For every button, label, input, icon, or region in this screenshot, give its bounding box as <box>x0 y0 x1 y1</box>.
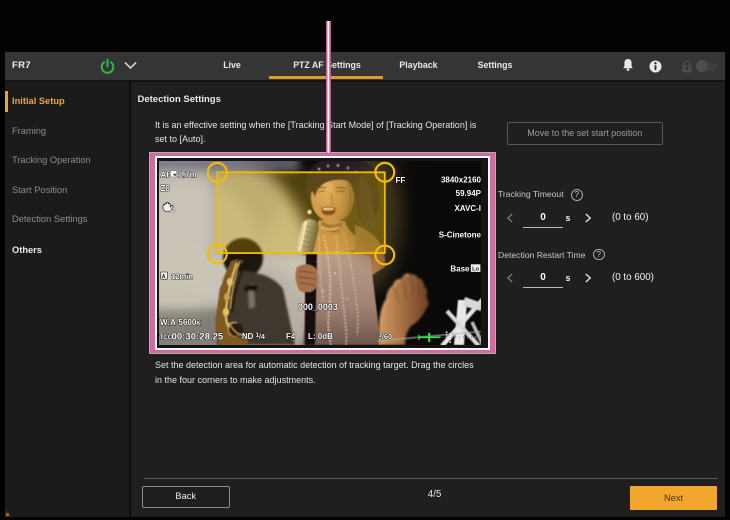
svg-text:AF: AF <box>161 170 172 179</box>
svg-text:L: 0dB: L: 0dB <box>308 332 333 341</box>
svg-text:000_0003: 000_0003 <box>298 301 338 311</box>
svg-text:XAVC-I: XAVC-I <box>455 203 482 212</box>
svg-text:Lo: Lo <box>473 266 480 272</box>
svg-text:A: A <box>162 273 166 279</box>
svg-text:ND 1/4: ND 1/4 <box>242 332 265 341</box>
svg-text:F4: F4 <box>286 332 296 341</box>
svg-text:FF: FF <box>396 176 406 185</box>
svg-text:W:A: W:A <box>160 317 176 326</box>
svg-text:◄: ◄ <box>172 171 177 176</box>
svg-text:00:30:28.25: 00:30:28.25 <box>172 331 224 342</box>
svg-text:1.7m: 1.7m <box>179 170 197 179</box>
svg-text:5600K: 5600K <box>179 317 202 326</box>
svg-text:59.94P: 59.94P <box>456 188 481 197</box>
svg-text:12min: 12min <box>171 272 193 281</box>
svg-text:Base: Base <box>451 264 471 273</box>
svg-text:3840x2160: 3840x2160 <box>441 175 481 184</box>
svg-text:Z0: Z0 <box>161 183 171 192</box>
svg-text:S-Cinetone: S-Cinetone <box>439 230 481 239</box>
svg-text:OFF: OFF <box>170 209 176 213</box>
